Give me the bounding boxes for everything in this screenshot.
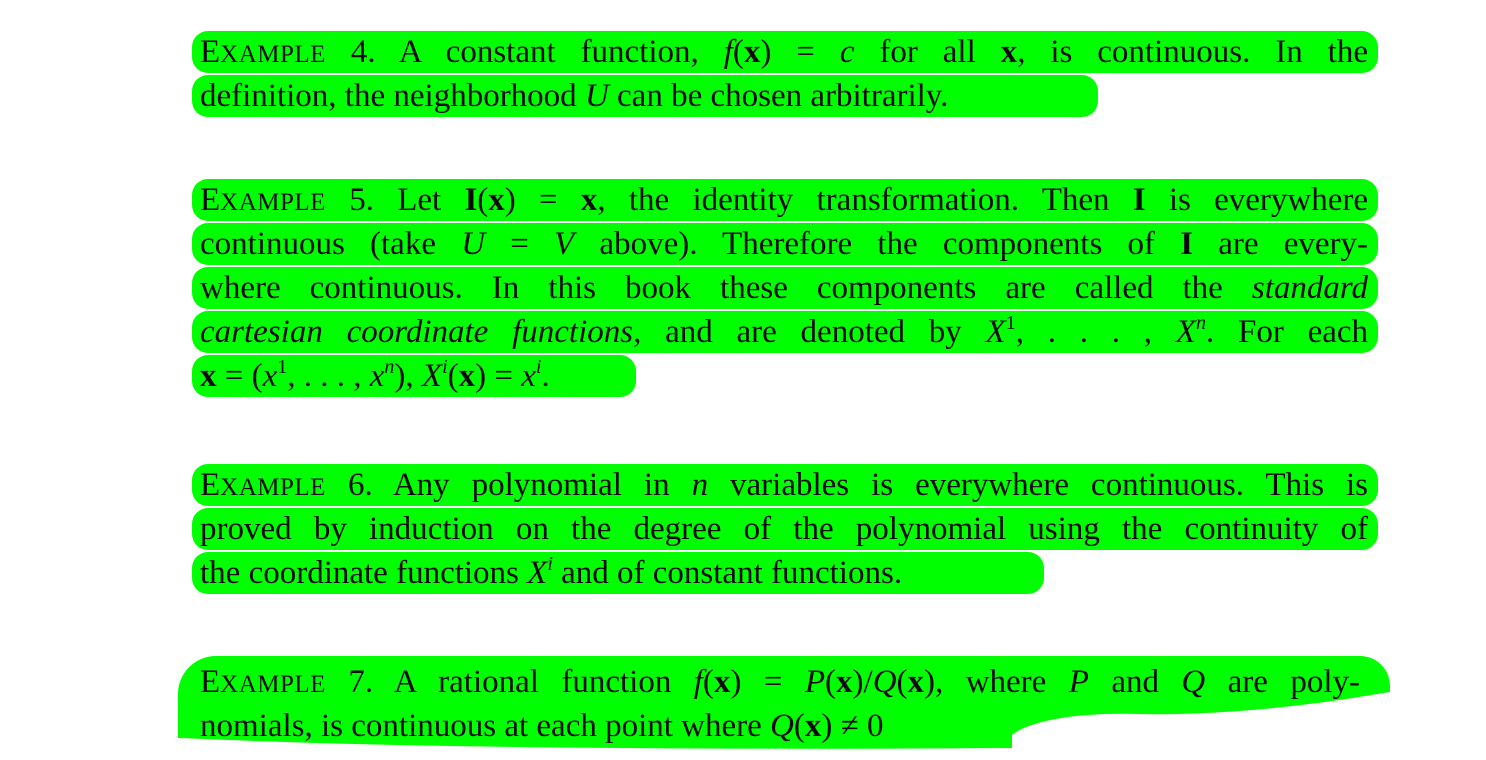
example-5-line-5: x = (x1, . . . , xn), Xi(x) = xi. [192,354,1378,398]
example-6-line-3: the coordinate functions Xi and of const… [192,551,1378,595]
example-5-line-1: EXAMPLE 5. Let I(x) = x, the identity tr… [192,178,1378,222]
example-5-line-3: where continuous. In this book these com… [192,266,1378,310]
example-label: EXAMPLE 7. [200,664,374,700]
example-7: EXAMPLE 7. A rational function f(x) = P(… [178,656,1390,756]
example-4-line-2: definition, the neighborhood U can be ch… [192,74,1378,118]
example-6: EXAMPLE 6. Any polynomial in n variables… [192,463,1378,595]
example-5: EXAMPLE 5. Let I(x) = x, the identity tr… [192,178,1378,398]
example-6-line-2: proved by induction on the degree of the… [192,507,1378,551]
example-4: EXAMPLE 4. A constant function, f(x) = c… [192,30,1378,118]
page: { "examples": [ { "label_first": "E", "l… [0,0,1486,760]
example-4-line-1: EXAMPLE 4. A constant function, f(x) = c… [192,30,1378,74]
example-7-line-1: EXAMPLE 7. A rational function f(x) = P(… [200,664,1360,700]
example-label: EXAMPLE 4. [200,34,376,70]
example-6-line-1: EXAMPLE 6. Any polynomial in n variables… [192,463,1378,507]
example-5-line-4: cartesian coordinate functions, and are … [192,310,1378,354]
example-label: EXAMPLE 5. [200,182,374,218]
example-7-line-2: nomials, is continuous at each point whe… [200,708,884,744]
example-5-line-2: continuous (take U = V above). Therefore… [192,222,1378,266]
example-label: EXAMPLE 6. [200,467,373,503]
